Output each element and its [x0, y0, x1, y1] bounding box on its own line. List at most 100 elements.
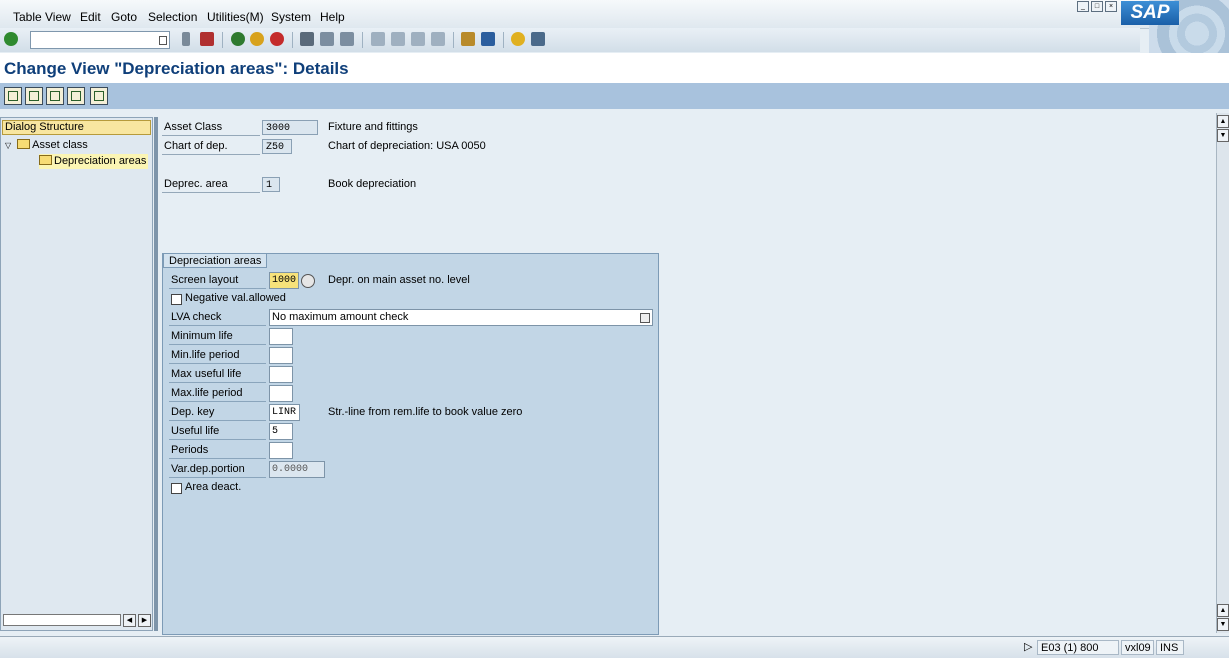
- scroll-up-icon[interactable]: ▲: [1217, 115, 1229, 128]
- previous-page-icon[interactable]: [391, 32, 405, 46]
- max-useful-life-field[interactable]: [269, 366, 293, 383]
- variable-list-icon[interactable]: [90, 87, 108, 105]
- status-bar: ▷ E03 (1) 800 vxl09 INS: [0, 636, 1229, 658]
- dep-key-field[interactable]: LINR: [269, 404, 300, 421]
- scroll-left-icon[interactable]: ◀: [123, 614, 136, 627]
- minimum-life-field[interactable]: [269, 328, 293, 345]
- chart-of-dep-field: Z50: [262, 139, 292, 154]
- lva-check-dropdown[interactable]: No maximum amount check: [269, 309, 653, 326]
- folder-icon: [17, 139, 31, 149]
- periods-label: Periods: [169, 442, 266, 459]
- scroll-right-icon[interactable]: ▶: [138, 614, 151, 627]
- area-deact-label: Area deact.: [185, 481, 242, 493]
- first-page-icon[interactable]: [371, 32, 385, 46]
- tree-horizontal-scrollbar[interactable]: [3, 614, 121, 626]
- max-useful-life-label: Max useful life: [169, 366, 266, 383]
- menu-help[interactable]: Help: [320, 10, 345, 24]
- periods-field[interactable]: [269, 442, 293, 459]
- dep-key-label: Dep. key: [169, 404, 266, 421]
- tree-item-asset-class[interactable]: ▽ Asset class: [5, 138, 88, 153]
- menu-edit[interactable]: Edit: [80, 10, 101, 24]
- asset-class-field: 3000: [262, 120, 318, 135]
- open-folder-icon: [39, 155, 52, 165]
- help-icon[interactable]: [511, 32, 525, 46]
- group-title: Depreciation areas: [163, 253, 267, 268]
- menu-bar: Table View Edit Goto Selection Utilities…: [0, 0, 1229, 56]
- cancel-icon[interactable]: [270, 32, 284, 46]
- print-icon[interactable]: [300, 32, 314, 46]
- sap-logo: SAP: [1121, 1, 1179, 25]
- back-icon[interactable]: [231, 32, 245, 46]
- f4-help-icon[interactable]: [301, 274, 315, 288]
- expand-triangle-icon[interactable]: ▽: [5, 141, 11, 150]
- dialog-structure-panel: Dialog Structure ▽ Asset class Depreciati…: [0, 117, 153, 631]
- tree-item-label: Asset class: [32, 139, 88, 151]
- close-window-icon[interactable]: ×: [1105, 1, 1117, 12]
- dropdown-icon[interactable]: [640, 313, 650, 323]
- scroll-page-down-icon[interactable]: ▼: [1217, 129, 1229, 142]
- lva-check-label: LVA check: [169, 309, 266, 326]
- panel-splitter[interactable]: [154, 117, 158, 631]
- screen-layout-label: Screen layout: [169, 272, 266, 289]
- scroll-page-up-icon[interactable]: ▲: [1217, 604, 1229, 617]
- area-deact-checkbox[interactable]: [171, 483, 182, 494]
- tree-item-depreciation-areas[interactable]: Depreciation areas: [39, 154, 149, 169]
- scroll-down-icon[interactable]: ▼: [1217, 618, 1229, 631]
- find-icon[interactable]: [320, 32, 334, 46]
- min-life-period-field[interactable]: [269, 347, 293, 364]
- menu-utilities[interactable]: Utilities(M): [207, 10, 264, 24]
- title-bar: Change View "Depreciation areas": Detail…: [0, 53, 1229, 83]
- useful-life-label: Useful life: [169, 423, 266, 440]
- asset-class-label: Asset Class: [162, 120, 260, 136]
- next-page-icon[interactable]: [411, 32, 425, 46]
- menu-table-view[interactable]: Table View: [13, 10, 71, 24]
- screen-layout-description: Depr. on main asset no. level: [328, 274, 470, 286]
- max-life-period-field[interactable]: [269, 385, 293, 402]
- insert-mode: INS: [1156, 640, 1184, 655]
- page-title: Change View "Depreciation areas": Detail…: [4, 59, 349, 78]
- layout-menu-icon[interactable]: [531, 32, 545, 46]
- find-next-icon[interactable]: [340, 32, 354, 46]
- previous-entry-icon[interactable]: [46, 87, 64, 105]
- menu-system[interactable]: System: [271, 10, 311, 24]
- dep-key-description: Str.-line from rem.life to book value ze…: [328, 406, 523, 418]
- menu-selection[interactable]: Selection: [148, 10, 197, 24]
- shortcut-icon[interactable]: [481, 32, 495, 46]
- depreciation-areas-group: Depreciation areas Screen layout 1000 De…: [162, 253, 659, 635]
- minimum-life-label: Minimum life: [169, 328, 266, 345]
- other-entry-icon[interactable]: [25, 87, 43, 105]
- var-dep-portion-label: Var.dep.portion: [169, 461, 266, 478]
- chart-of-dep-description: Chart of depreciation: USA 0050: [328, 140, 486, 152]
- menu-goto[interactable]: Goto: [111, 10, 137, 24]
- enter-check-icon[interactable]: [4, 32, 18, 46]
- var-dep-portion-field: 0.0000: [269, 461, 325, 478]
- standard-toolbar: [0, 28, 1140, 52]
- tree-item-label: Depreciation areas: [54, 155, 147, 167]
- system-info[interactable]: E03 (1) 800: [1037, 640, 1119, 655]
- status-expand-icon[interactable]: ▷: [1024, 640, 1032, 653]
- last-page-icon[interactable]: [431, 32, 445, 46]
- deprec-area-description: Book depreciation: [328, 178, 417, 190]
- negative-val-label: Negative val.allowed: [185, 292, 286, 304]
- command-history-icon[interactable]: [159, 36, 167, 45]
- server-info: vxl09: [1121, 640, 1154, 655]
- main-vertical-scrollbar[interactable]: ▲ ▼ ▲ ▼: [1216, 113, 1229, 633]
- deprec-area-field: 1: [262, 177, 280, 192]
- command-field[interactable]: [30, 31, 170, 49]
- create-session-icon[interactable]: [461, 32, 475, 46]
- negative-val-checkbox[interactable]: [171, 294, 182, 305]
- minimize-icon[interactable]: _: [1077, 1, 1089, 12]
- application-toolbar: [0, 83, 1229, 109]
- back-arrow-icon[interactable]: [182, 32, 190, 46]
- screen-layout-field[interactable]: 1000: [269, 272, 299, 289]
- useful-life-field[interactable]: 5: [269, 423, 293, 440]
- maximize-icon[interactable]: □: [1091, 1, 1103, 12]
- asset-class-description: Fixture and fittings: [328, 121, 418, 133]
- dialog-structure-title: Dialog Structure: [2, 120, 151, 135]
- exit-icon[interactable]: [250, 32, 264, 46]
- chart-of-dep-label: Chart of dep.: [162, 139, 260, 155]
- display-change-icon[interactable]: [4, 87, 22, 105]
- max-life-period-label: Max.life period: [169, 385, 266, 402]
- next-entry-icon[interactable]: [67, 87, 85, 105]
- save-icon[interactable]: [200, 32, 214, 46]
